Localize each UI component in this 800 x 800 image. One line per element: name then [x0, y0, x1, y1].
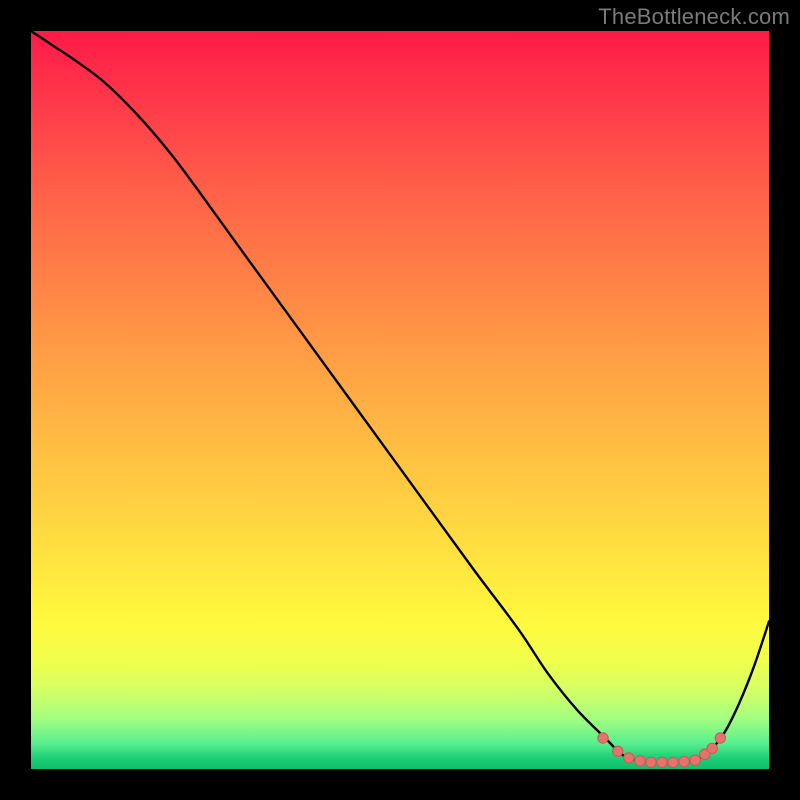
- highlight-dot: [690, 755, 700, 765]
- highlight-dot: [679, 756, 689, 766]
- highlight-dot: [707, 743, 717, 753]
- curve-layer: [31, 31, 769, 769]
- highlight-dot: [635, 756, 645, 766]
- highlight-dot: [624, 753, 634, 763]
- highlight-dots: [598, 733, 726, 768]
- highlight-dot: [715, 733, 725, 743]
- highlight-dot: [668, 757, 678, 767]
- highlight-dot: [646, 757, 656, 767]
- watermark-text: TheBottleneck.com: [598, 4, 790, 30]
- plot-area: [31, 31, 769, 769]
- highlight-dot: [598, 733, 608, 743]
- chart-frame: TheBottleneck.com: [0, 0, 800, 800]
- highlight-dot: [613, 746, 623, 756]
- highlight-dot: [657, 757, 667, 767]
- bottleneck-curve: [31, 31, 769, 763]
